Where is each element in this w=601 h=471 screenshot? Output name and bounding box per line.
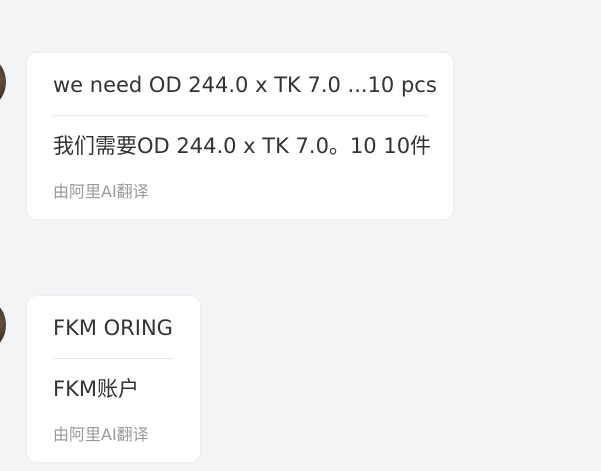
translation-divider xyxy=(53,358,174,359)
translation-note: 由阿里AI翻译 xyxy=(53,425,149,444)
original-message-text: FKM ORING xyxy=(53,316,173,340)
translated-message-text: FKM账户 xyxy=(53,377,139,401)
sender-avatar[interactable] xyxy=(0,302,6,348)
message-bubble: we need OD 244.0 x TK 7.0 ...10 pcs 我们需要… xyxy=(27,53,453,219)
original-message-text: we need OD 244.0 x TK 7.0 ...10 pcs xyxy=(53,73,437,97)
sender-avatar[interactable] xyxy=(0,59,6,105)
message-bubble: FKM ORING FKM账户 由阿里AI翻译 xyxy=(27,296,200,462)
chat-message-list: we need OD 244.0 x TK 7.0 ...10 pcs 我们需要… xyxy=(0,0,601,471)
translation-divider xyxy=(53,115,427,116)
translated-message-text: 我们需要OD 244.0 x TK 7.0。10 10件 xyxy=(53,134,432,158)
translation-note: 由阿里AI翻译 xyxy=(53,182,149,201)
